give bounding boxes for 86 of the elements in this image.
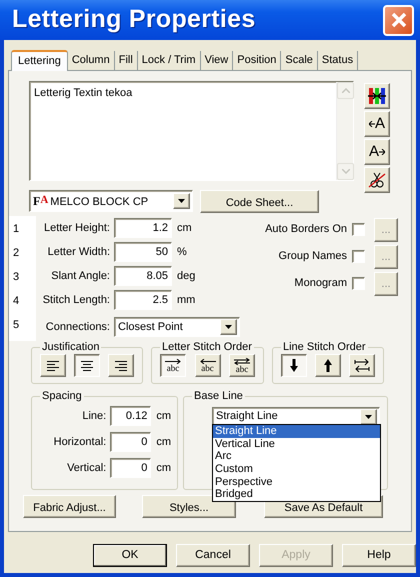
- code-sheet-button[interactable]: Code Sheet...: [200, 190, 319, 213]
- connections-select[interactable]: Closest Point: [114, 317, 240, 337]
- unit-label: cm: [155, 434, 171, 450]
- toggle-button[interactable]: abc: [160, 354, 186, 377]
- number-field[interactable]: 0: [110, 458, 152, 478]
- font-name: MELCO BLOCK CP: [50, 196, 148, 208]
- toggle-button[interactable]: [74, 354, 100, 377]
- text-area[interactable]: Letterig Textin tekoa: [29, 81, 354, 181]
- dialog-button[interactable]: Help: [342, 544, 416, 567]
- field-label: Connections:: [44, 320, 111, 335]
- number-field[interactable]: 0: [110, 432, 152, 452]
- checkbox[interactable]: [352, 277, 365, 290]
- dialog-button[interactable]: OK: [93, 544, 167, 567]
- align-center-icon: [81, 360, 93, 370]
- number-field[interactable]: 1.2: [114, 218, 172, 238]
- action-button[interactable]: Fabric Adjust...: [23, 495, 116, 518]
- align-right-icon: [115, 360, 127, 370]
- list-option[interactable]: Vertical Line: [213, 438, 380, 450]
- toggle-button[interactable]: abc: [194, 354, 220, 377]
- list-option[interactable]: Custom: [213, 463, 380, 476]
- align-left-icon: [47, 360, 59, 370]
- left-arrow-icon: [200, 359, 216, 364]
- toggle-button[interactable]: [281, 354, 307, 377]
- line-number: 5: [12, 318, 20, 333]
- caret-icon: [364, 412, 373, 420]
- dialog-button[interactable]: Cancel: [176, 544, 250, 567]
- line-number: 3: [12, 270, 20, 285]
- font-select[interactable]: FA MELCO BLOCK CP: [29, 190, 193, 212]
- unit-label: cm: [155, 408, 171, 424]
- up-arrow-icon: [324, 359, 332, 372]
- list-option[interactable]: Perspective: [213, 476, 380, 488]
- tool-button[interactable]: A: [364, 139, 390, 165]
- unit-label: mm: [176, 292, 196, 308]
- field-label: Vertical:: [66, 460, 108, 476]
- unit-label: cm: [176, 220, 192, 236]
- swap-arrows-icon: [354, 359, 370, 372]
- right-arrow-icon: [165, 359, 181, 364]
- checkbox[interactable]: [352, 223, 365, 236]
- close-icon: [390, 11, 408, 29]
- group-title: Line Stitch Order: [282, 341, 367, 354]
- number-field[interactable]: 2.5: [114, 290, 172, 310]
- dropdown-button[interactable]: [360, 408, 377, 424]
- tool-button[interactable]: [364, 167, 390, 193]
- list-option[interactable]: Straight Line: [213, 425, 380, 438]
- field-label: Line:: [81, 408, 108, 424]
- group-title: Letter Stitch Order: [161, 341, 253, 354]
- unit-label: cm: [155, 460, 171, 476]
- caret-icon: [224, 323, 233, 331]
- left-arrow-icon: [368, 121, 375, 127]
- window-title: Lettering Properties: [12, 4, 257, 36]
- toggle-button[interactable]: abc: [229, 354, 255, 377]
- group-title: Spacing: [41, 390, 83, 403]
- number-field[interactable]: 8.05: [114, 266, 172, 286]
- down-arrow-icon: [290, 359, 298, 372]
- caret-icon: [177, 197, 186, 205]
- double-arrow-icon: [234, 358, 250, 365]
- group-title: Justification: [41, 341, 100, 354]
- line-number: 2: [12, 246, 20, 261]
- dropdown-button[interactable]: [173, 193, 190, 209]
- color-bars-icon: [367, 87, 387, 105]
- number-field[interactable]: 0.12: [110, 406, 152, 426]
- close-button[interactable]: [383, 4, 414, 36]
- field-label: Letter Height:: [42, 220, 111, 236]
- unit-label: deg: [176, 268, 196, 284]
- tool-button[interactable]: [364, 83, 390, 109]
- text-content: Letterig Textin tekoa: [33, 86, 134, 101]
- checkbox-label: Monogram: [294, 276, 347, 292]
- tab[interactable]: Lettering: [11, 50, 68, 71]
- number-field[interactable]: 50: [114, 242, 172, 262]
- dropdown-button[interactable]: [220, 319, 237, 335]
- line-number: 4: [12, 294, 20, 309]
- checkbox[interactable]: [352, 250, 365, 263]
- checkbox-label: Auto Borders On: [265, 222, 347, 238]
- unit-label: %: [176, 244, 187, 260]
- right-arrow-icon: [379, 149, 385, 155]
- field-label: Letter Width:: [46, 244, 111, 260]
- field-label: Slant Angle:: [50, 268, 111, 284]
- field-label: Horizontal:: [52, 434, 108, 450]
- scissors-icon: [368, 171, 386, 189]
- font-type-icon: FA: [33, 192, 50, 210]
- tool-button[interactable]: A: [364, 111, 390, 137]
- list-option[interactable]: Arc: [213, 450, 380, 464]
- field-label: Stitch Length:: [42, 292, 111, 308]
- checkbox-label: Group Names: [278, 249, 347, 264]
- group-title: Base Line: [193, 390, 244, 403]
- line-number: 1: [12, 222, 20, 237]
